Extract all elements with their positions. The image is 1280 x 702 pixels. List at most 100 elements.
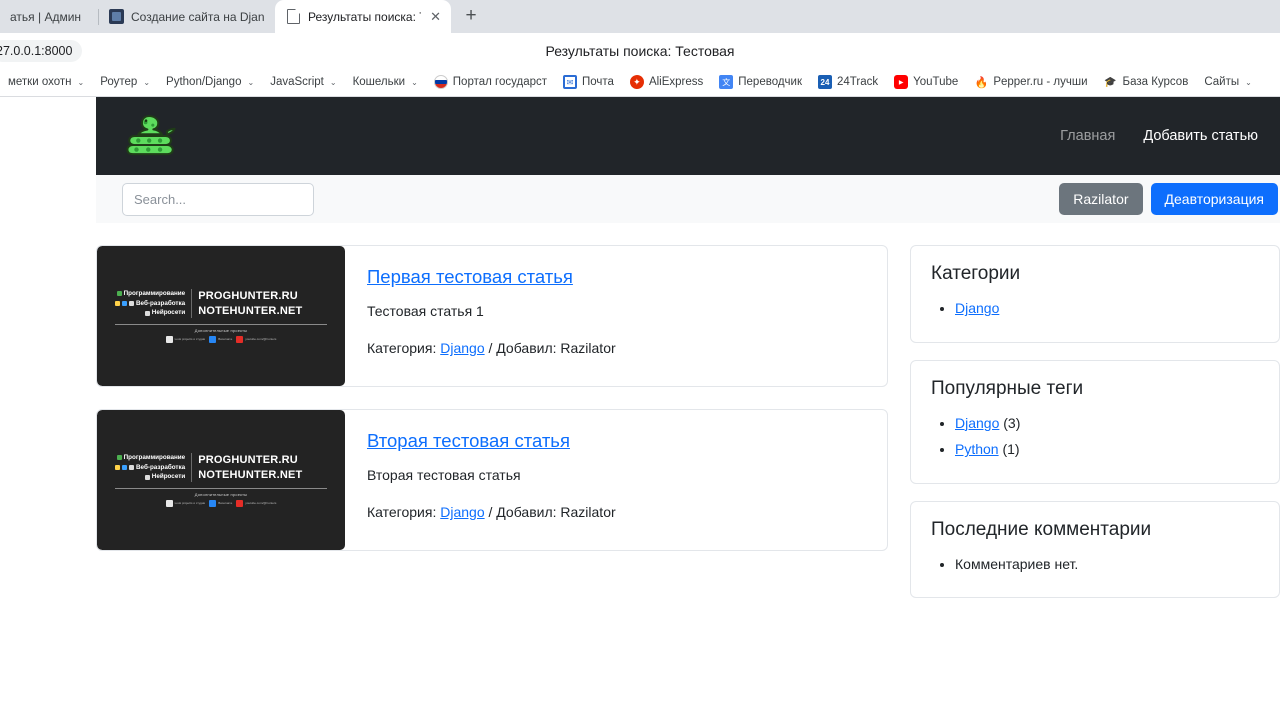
bookmark-item[interactable]: метки охотн ⌄ — [0, 73, 92, 91]
category-list: Django — [931, 295, 1259, 322]
search-subbar: Razilator Деавторизация — [96, 175, 1280, 223]
thumb-line-2: Веб-разработка — [136, 463, 186, 471]
category-label: Категория: — [367, 504, 437, 520]
bookmark-item[interactable]: Python/Django ⌄ — [158, 73, 262, 91]
list-item: Комментариев нет. — [955, 551, 1259, 578]
bookmark-item[interactable]: 24Track — [810, 72, 886, 92]
nav-link-home[interactable]: Главная — [1060, 128, 1115, 144]
bookmark-item[interactable]: Pepper.ru - лучши — [966, 72, 1095, 92]
chevron-down-icon: ⌄ — [77, 77, 85, 87]
bookmark-item[interactable]: База Курсов — [1096, 72, 1197, 92]
bookmark-label: 24Track — [837, 76, 879, 88]
chevron-down-icon: ⌄ — [247, 77, 255, 87]
browser-tab-3-active[interactable]: Результаты поиска: Тес ✕ — [275, 0, 451, 33]
bookmark-label: Переводчик — [738, 76, 802, 88]
widget-tags: Популярные теги Django (3) Python (1) — [910, 359, 1280, 484]
thumb-brand-1: PROGHUNTER.RU — [198, 289, 298, 302]
articles-column: Программирование Веб-разработка Нейросет… — [96, 245, 888, 615]
logout-button[interactable]: Деавторизация — [1150, 182, 1278, 216]
browser-tab-1[interactable]: атья | Админ — [0, 0, 98, 33]
tag-list: Django (3) Python (1) — [931, 410, 1259, 463]
translate-icon — [719, 75, 734, 89]
tag-count: (1) — [1002, 441, 1020, 458]
bookmark-label: JavaScript — [270, 76, 324, 88]
bookmark-label: Портал государст — [452, 76, 547, 88]
bookmark-label: Роутер — [100, 76, 138, 88]
meta-separator: / — [488, 340, 493, 356]
article-card[interactable]: Программирование Веб-разработка Нейросет… — [96, 409, 888, 551]
pepper-icon — [974, 75, 988, 89]
24track-icon — [818, 75, 832, 89]
article-title-link[interactable]: Первая тестовая статья — [367, 266, 573, 288]
article-meta: Категория: Django / Добавил: Razilator — [367, 340, 865, 356]
list-item: Django — [955, 295, 1259, 322]
category-link[interactable]: Django — [440, 504, 484, 520]
bookmark-label: Сайты — [1204, 76, 1240, 88]
category-link[interactable]: Django — [440, 340, 484, 356]
category-link[interactable]: Django — [955, 300, 999, 316]
article-card[interactable]: Программирование Веб-разработка Нейросет… — [96, 245, 888, 387]
chevron-down-icon: ⌄ — [143, 77, 151, 87]
thumb-chip: Look projects и студии — [165, 500, 205, 508]
bookmark-item[interactable]: Почта — [555, 72, 622, 92]
widget-title: Популярные теги — [931, 377, 1084, 399]
bookmark-item[interactable]: Портал государст — [426, 72, 555, 92]
tag-link[interactable]: Django — [955, 415, 999, 431]
content-row: Программирование Веб-разработка Нейросет… — [96, 223, 1280, 615]
user-button[interactable]: Razilator — [1059, 182, 1143, 216]
widget-title: Последние комментарии — [931, 518, 1152, 540]
bookmark-item[interactable]: YouTube — [886, 72, 966, 92]
bookmark-label: AliExpress — [648, 76, 704, 88]
thumb-chip: Вконтакте — [209, 500, 232, 508]
thumb-line-1: Программирование — [123, 289, 186, 297]
youtube-icon — [894, 75, 909, 89]
site-nav: Главная Добавить статью — [1060, 128, 1258, 144]
author-label: Добавил: — [496, 504, 557, 520]
author-name: Razilator — [560, 504, 616, 520]
widget-comments: Последние комментарии Комментариев нет. — [910, 500, 1280, 599]
comment-list: Комментариев нет. — [931, 551, 1259, 578]
page-viewport: Главная Добавить статью Razilator Деавто… — [0, 97, 1280, 701]
close-icon[interactable]: ✕ — [430, 10, 441, 23]
list-item: Django (3) — [955, 410, 1259, 437]
thumb-brand-2: NOTEHUNTER.NET — [198, 304, 303, 317]
widget-categories: Категории Django — [910, 245, 1280, 343]
thumb-chip: youtube.com/@hunters — [236, 336, 276, 344]
document-icon — [285, 9, 301, 25]
bookmark-item[interactable]: AliExpress — [622, 72, 711, 92]
thumb-chip: Вконтакте — [209, 336, 232, 344]
address-bar[interactable]: 27.0.0.1:8000 — [0, 39, 83, 62]
tab-title: атья | Админ — [10, 9, 82, 24]
bookmark-item[interactable]: Роутер ⌄ — [92, 73, 158, 91]
article-description: Тестовая статья 1 — [367, 303, 484, 319]
tag-link[interactable]: Python — [955, 441, 999, 457]
article-title-link[interactable]: Вторая тестовая статья — [367, 430, 570, 452]
bookmark-label: Почта — [582, 76, 614, 88]
site-header: Главная Добавить статью — [96, 97, 1280, 175]
tab-title: Создание сайта на Django — [131, 9, 265, 24]
nav-link-add-article[interactable]: Добавить статью — [1143, 128, 1258, 144]
thumb-subtitle: Дополнительные проекты — [194, 328, 248, 334]
django-icon — [108, 9, 124, 25]
article-body: Первая тестовая статья Тестовая статья 1… — [345, 246, 887, 386]
bookmark-item[interactable]: Кошельки ⌄ — [345, 73, 426, 91]
aliexpress-icon — [629, 75, 644, 89]
new-tab-button[interactable]: + — [456, 1, 486, 31]
bookmark-item[interactable]: JavaScript ⌄ — [262, 73, 344, 91]
chevron-down-icon: ⌄ — [1245, 77, 1252, 87]
thumb-brand-1: PROGHUNTER.RU — [198, 453, 298, 466]
mail-icon — [563, 75, 577, 89]
article-meta: Категория: Django / Добавил: Razilator — [367, 504, 865, 520]
category-label: Категория: — [367, 340, 437, 356]
bookmark-label: Python/Django — [166, 76, 242, 88]
bookmark-item[interactable]: Сайты ⌄ — [1196, 73, 1260, 91]
bookmark-item[interactable]: Переводчик — [711, 72, 810, 92]
sidebar: Категории Django Популярные теги Django … — [910, 245, 1280, 615]
browser-tab-2[interactable]: Создание сайта на Django — [98, 0, 275, 33]
meta-separator: / — [488, 504, 493, 520]
url-text: 27.0.0.1:8000 — [0, 43, 73, 58]
python-snake-logo-icon[interactable] — [122, 107, 180, 165]
search-input[interactable] — [122, 182, 314, 216]
flag-icon — [433, 75, 448, 89]
bookmark-label: YouTube — [913, 76, 959, 88]
